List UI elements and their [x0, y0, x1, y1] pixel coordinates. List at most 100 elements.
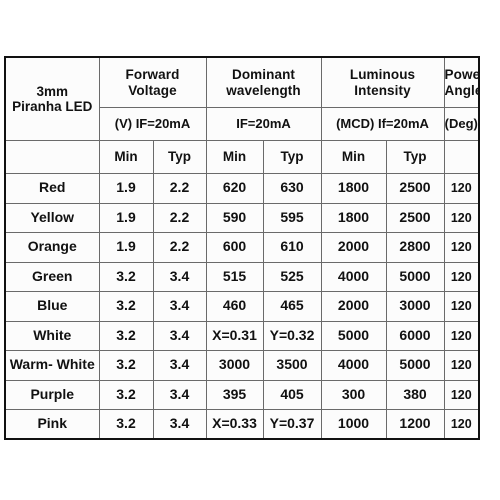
cell-fv-typ: 3.4	[152, 291, 207, 322]
cell-fv-typ: 3.4	[152, 350, 207, 381]
led-color-swatch-cell: White	[4, 320, 100, 351]
group-header-power-angle-line2: Angle	[444, 82, 480, 98]
table-row: Yellow 1.9 2.2 590 595 1800 2500 120	[4, 202, 480, 233]
group-header-forward-voltage-line2: Voltage	[128, 82, 177, 98]
cell-angle: 120	[443, 320, 480, 351]
cell-li-min: 1800	[320, 173, 387, 204]
table-row: Warm- White 3.2 3.4 3000 3500 4000 5000 120	[4, 350, 480, 381]
cell-fv-min: 3.2	[98, 350, 154, 381]
group-header-dominant-wavelength-line1: Dominant	[231, 67, 296, 83]
cell-dw-typ: 465	[262, 291, 322, 322]
cell-dw-min: 395	[205, 379, 264, 410]
header-row-minmax: Min Typ Min Typ Min Typ	[4, 140, 480, 174]
cell-fv-typ: 3.4	[152, 379, 207, 410]
cell-angle: 120	[443, 379, 480, 410]
cell-li-typ: 5000	[385, 350, 445, 381]
table-row: White 3.2 3.4 X=0.31 Y=0.32 5000 6000 120	[4, 320, 480, 351]
table-row: Blue 3.2 3.4 460 465 2000 3000 120	[4, 291, 480, 322]
cell-fv-min: 3.2	[98, 261, 154, 292]
table-header: 3mm Piranha LED Forward Voltage Dominant…	[4, 56, 480, 174]
table-row: Purple 3.2 3.4 395 405 300 380 120	[4, 379, 480, 410]
cell-dw-min: 620	[205, 173, 264, 204]
cell-dw-typ: 630	[262, 173, 322, 204]
cell-fv-min: 1.9	[98, 173, 154, 204]
cell-li-typ: 5000	[385, 261, 445, 292]
group-header-dominant-wavelength-line2: wavelength	[226, 82, 301, 98]
cell-li-min: 4000	[320, 261, 387, 292]
subheader-fv-typ: Typ	[152, 140, 207, 174]
cell-angle: 120	[443, 350, 480, 381]
table-row: Red 1.9 2.2 620 630 1800 2500 120	[4, 173, 480, 204]
led-color-swatch-cell: Green	[4, 261, 100, 292]
cell-dw-min: 3000	[205, 350, 264, 381]
cell-fv-min: 3.2	[98, 291, 154, 322]
subheader-dw-min: Min	[205, 140, 264, 174]
cell-fv-typ: 2.2	[152, 232, 207, 263]
group-header-luminous-intensity: Luminous Intensity	[320, 56, 445, 108]
cell-dw-typ: 525	[262, 261, 322, 292]
unit-forward-voltage: (V) IF=20mA	[98, 107, 207, 141]
cell-fv-min: 3.2	[98, 409, 154, 440]
group-header-luminous-intensity-line1: Luminous	[349, 67, 416, 83]
subheader-fv-min: Min	[98, 140, 154, 174]
table-row: Green 3.2 3.4 515 525 4000 5000 120	[4, 261, 480, 292]
cell-fv-typ: 3.4	[152, 320, 207, 351]
table-body: Red 1.9 2.2 620 630 1800 2500 120 Yellow 1.9 2.2 59…	[4, 173, 480, 440]
cell-fv-min: 3.2	[98, 379, 154, 410]
cell-li-typ: 3000	[385, 291, 445, 322]
subheader-dw-typ: Typ	[262, 140, 322, 174]
cell-dw-typ: 610	[262, 232, 322, 263]
cell-li-min: 2000	[320, 291, 387, 322]
group-header-dominant-wavelength: Dominant wavelength	[205, 56, 322, 108]
group-header-forward-voltage: Forward Voltage	[98, 56, 207, 108]
cell-dw-typ: 405	[262, 379, 322, 410]
group-header-luminous-intensity-line2: Intensity	[354, 82, 411, 98]
subheader-li-typ: Typ	[385, 140, 445, 174]
led-color-swatch-cell: Blue	[4, 291, 100, 322]
cell-li-min: 2000	[320, 232, 387, 263]
group-header-forward-voltage-line1: Forward	[125, 67, 180, 83]
cell-angle: 120	[443, 409, 480, 440]
cell-fv-typ: 3.4	[152, 261, 207, 292]
product-title-line2: Piranha LED	[12, 99, 93, 114]
cell-dw-min: X=0.31	[205, 320, 264, 351]
led-color-swatch-cell: Red	[4, 173, 100, 204]
cell-li-min: 5000	[320, 320, 387, 351]
cell-fv-typ: 2.2	[152, 173, 207, 204]
cell-dw-typ: 3500	[262, 350, 322, 381]
cell-angle: 120	[443, 291, 480, 322]
subheader-angle	[443, 140, 480, 174]
cell-angle: 120	[443, 173, 480, 204]
led-spec-sheet: 3mm Piranha LED Forward Voltage Dominant…	[0, 0, 500, 500]
led-color-swatch-cell: Pink	[4, 409, 100, 440]
led-specification-table: 3mm Piranha LED Forward Voltage Dominant…	[4, 56, 481, 440]
cell-li-min: 4000	[320, 350, 387, 381]
group-header-power-angle-line1: Power	[444, 67, 478, 83]
unit-luminous-intensity: (MCD) If=20mA	[320, 107, 445, 141]
table-row: Pink 3.2 3.4 X=0.33 Y=0.37 1000 1200 120	[4, 409, 480, 440]
subheader-li-min: Min	[320, 140, 387, 174]
cell-fv-typ: 3.4	[152, 409, 207, 440]
cell-li-typ: 2800	[385, 232, 445, 263]
header-row-group-titles: 3mm Piranha LED Forward Voltage Dominant…	[4, 56, 480, 141]
cell-fv-typ: 2.2	[152, 202, 207, 233]
cell-li-min: 1800	[320, 202, 387, 233]
cell-li-typ: 2500	[385, 173, 445, 204]
cell-fv-min: 3.2	[98, 320, 154, 351]
table-row: Orange 1.9 2.2 600 610 2000 2800 120	[4, 232, 480, 263]
cell-angle: 120	[443, 202, 480, 233]
cell-dw-min: X=0.33	[205, 409, 264, 440]
cell-fv-min: 1.9	[98, 232, 154, 263]
cell-fv-min: 1.9	[98, 202, 154, 233]
cell-dw-typ: Y=0.37	[262, 409, 322, 440]
cell-dw-min: 460	[205, 291, 264, 322]
cell-li-typ: 2500	[385, 202, 445, 233]
unit-power-angle: (Deg)	[443, 107, 480, 141]
cell-li-min: 300	[320, 379, 387, 410]
led-color-swatch-cell: Purple	[4, 379, 100, 410]
group-header-power-angle: Power Angle	[443, 56, 480, 108]
cell-dw-min: 600	[205, 232, 264, 263]
product-title-cell: 3mm Piranha LED	[4, 56, 100, 141]
minmax-blank-cell	[4, 140, 100, 174]
led-color-swatch-cell: Yellow	[4, 202, 100, 233]
